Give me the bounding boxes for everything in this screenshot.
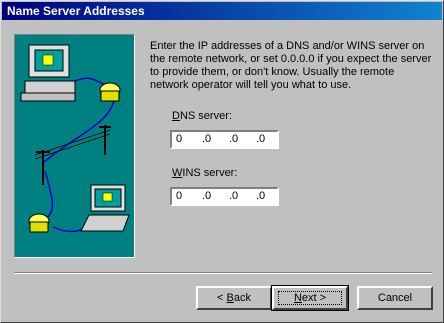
laptop-icon [80, 184, 130, 232]
dns-server-mnemonic: D [172, 110, 180, 122]
network-illustration-graphic [20, 44, 130, 233]
dns-server-label: DNS server: [172, 110, 232, 122]
wins-server-ip-field[interactable]: 0 .0 .0 .0 [170, 187, 279, 206]
wins-octet-4[interactable]: .0 [256, 190, 265, 202]
dns-octet-4[interactable]: .0 [256, 133, 265, 145]
back-button-prefix: < [217, 292, 227, 304]
wins-octet-1[interactable]: 0 [176, 190, 182, 202]
telephone-icon [28, 213, 50, 233]
dns-server-label-rest: NS server: [179, 110, 232, 122]
wins-octet-3[interactable]: .0 [229, 190, 238, 202]
back-button[interactable]: < Back [196, 286, 272, 310]
title-bar[interactable]: Name Server Addresses [2, 2, 442, 20]
wins-octet-2[interactable]: .0 [202, 190, 211, 202]
button-separator [14, 272, 432, 274]
back-button-mnemonic: B [226, 292, 234, 304]
telephone-icon [99, 82, 121, 102]
cancel-button[interactable]: Cancel [357, 286, 433, 310]
dns-octet-1[interactable]: 0 [176, 133, 182, 145]
wins-server-label-rest: INS server: [182, 167, 238, 179]
wins-server-label: WINS server: [172, 167, 237, 179]
next-button[interactable]: Next > [271, 285, 349, 311]
wins-server-mnemonic: W [172, 167, 183, 179]
next-button-rest: ext > [301, 292, 327, 304]
network-illustration [14, 34, 135, 258]
back-button-rest: ack [233, 292, 251, 304]
next-button-mnemonic: N [293, 292, 302, 304]
window-title: Name Server Addresses [7, 4, 145, 18]
instructions-text: Enter the IP addresses of a DNS and/or W… [150, 40, 432, 91]
computer-icon [20, 44, 76, 102]
dns-octet-3[interactable]: .0 [229, 133, 238, 145]
wizard-dialog: Name Server Addresses Enter the IP addre… [0, 0, 444, 323]
dns-server-ip-field[interactable]: 0 .0 .0 .0 [170, 130, 279, 149]
dns-octet-2[interactable]: .0 [202, 133, 211, 145]
